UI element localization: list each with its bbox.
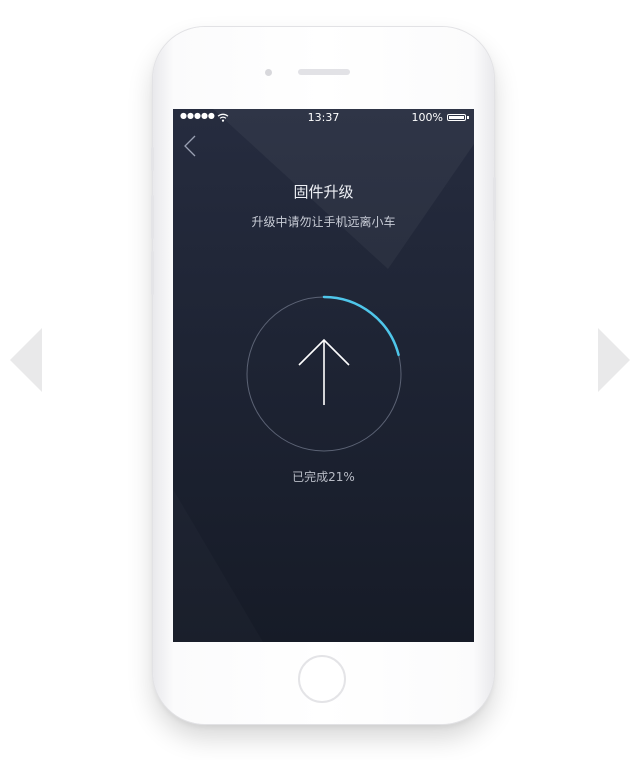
- upload-arrow-icon: [298, 338, 350, 405]
- battery-icon: [447, 114, 466, 121]
- next-arrow[interactable]: [598, 328, 630, 392]
- status-bar: ●●●●● 13:37 100%: [173, 109, 474, 127]
- battery-tip: [467, 116, 469, 119]
- page-subtitle: 升级中请勿让手机远离小车: [251, 215, 396, 229]
- page-title: 固件升级: [293, 183, 354, 201]
- front-camera: [265, 69, 272, 76]
- progress-label: 已完成21%: [292, 470, 355, 484]
- upgrade-progress-ring: [246, 295, 402, 452]
- volume-up-button: [151, 195, 154, 239]
- home-button[interactable]: [298, 655, 346, 703]
- battery-percent: 100%: [411, 111, 443, 124]
- mute-switch: [151, 147, 154, 171]
- earpiece-speaker: [298, 69, 350, 75]
- volume-down-button: [151, 251, 154, 295]
- back-chevron-icon[interactable]: [183, 135, 197, 157]
- previous-arrow[interactable]: [10, 328, 42, 392]
- progress-arc: [322, 295, 400, 357]
- phone-screen: ●●●●● 13:37 100% 固件升级 升级中请勿让手机远离小车 已完成21…: [173, 109, 474, 642]
- power-button: [493, 177, 496, 221]
